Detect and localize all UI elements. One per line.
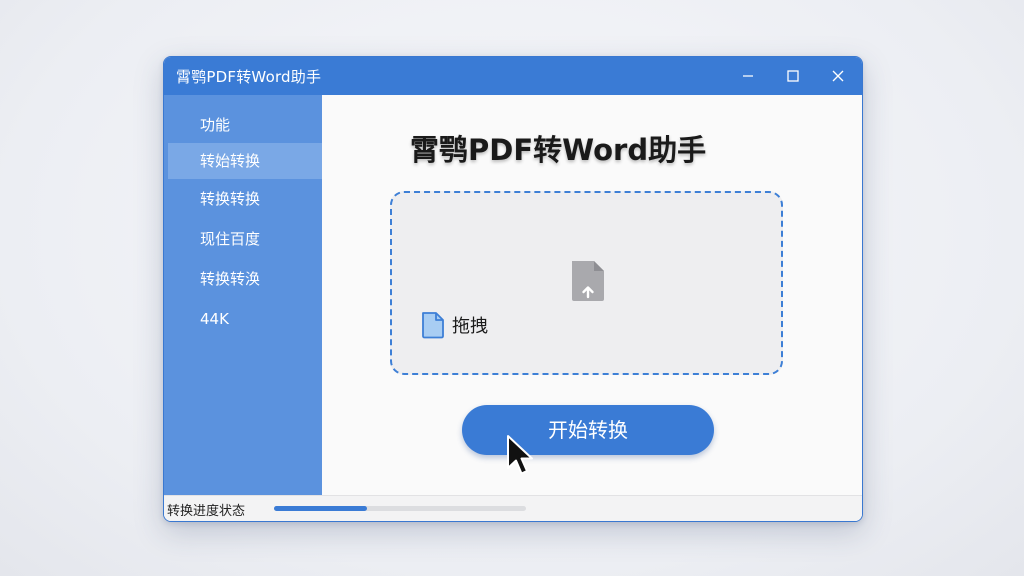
sidebar-item-44k[interactable]: 44K xyxy=(164,301,322,337)
maximize-icon xyxy=(787,70,799,82)
minimize-button[interactable] xyxy=(726,57,770,95)
progress-bar xyxy=(274,506,526,511)
start-convert-button[interactable]: 开始转换 xyxy=(462,405,714,455)
sidebar-item-convert-2[interactable]: 转换转涣 xyxy=(164,261,322,297)
sidebar-item-convert[interactable]: 转换转换 xyxy=(164,181,322,217)
drag-label: 拖拽 xyxy=(452,316,488,337)
maximize-button[interactable] xyxy=(771,57,815,95)
status-bar: 转换进度状态 xyxy=(164,495,862,521)
document-icon xyxy=(422,312,444,339)
minimize-icon xyxy=(743,75,753,77)
page-title: 霄鹗PDF转Word助手 xyxy=(410,133,707,167)
close-button[interactable] xyxy=(816,57,860,95)
close-icon xyxy=(832,70,844,82)
mouse-cursor-icon xyxy=(507,435,533,475)
title-bar: 霄鹗PDF转Word助手 xyxy=(164,57,862,95)
sidebar: 功能 转始转换 转换转换 现住百度 转换转涣 44K xyxy=(164,95,322,495)
sidebar-item-baidu[interactable]: 现住百度 xyxy=(164,221,322,257)
file-upload-icon xyxy=(572,261,604,301)
progress-fill xyxy=(274,506,368,511)
window-title: 霄鹗PDF转Word助手 xyxy=(176,68,322,86)
file-drop-zone[interactable]: 拖拽 xyxy=(390,191,783,375)
status-text: 转换进度状态 xyxy=(167,504,246,519)
main-panel: 霄鹗PDF转Word助手 拖拽 开始转换 xyxy=(322,95,862,495)
drag-drop-hint: 拖拽 xyxy=(420,311,488,339)
sidebar-item-start-convert[interactable]: 转始转换 xyxy=(168,143,322,179)
sidebar-item-features[interactable]: 功能 xyxy=(164,107,322,143)
